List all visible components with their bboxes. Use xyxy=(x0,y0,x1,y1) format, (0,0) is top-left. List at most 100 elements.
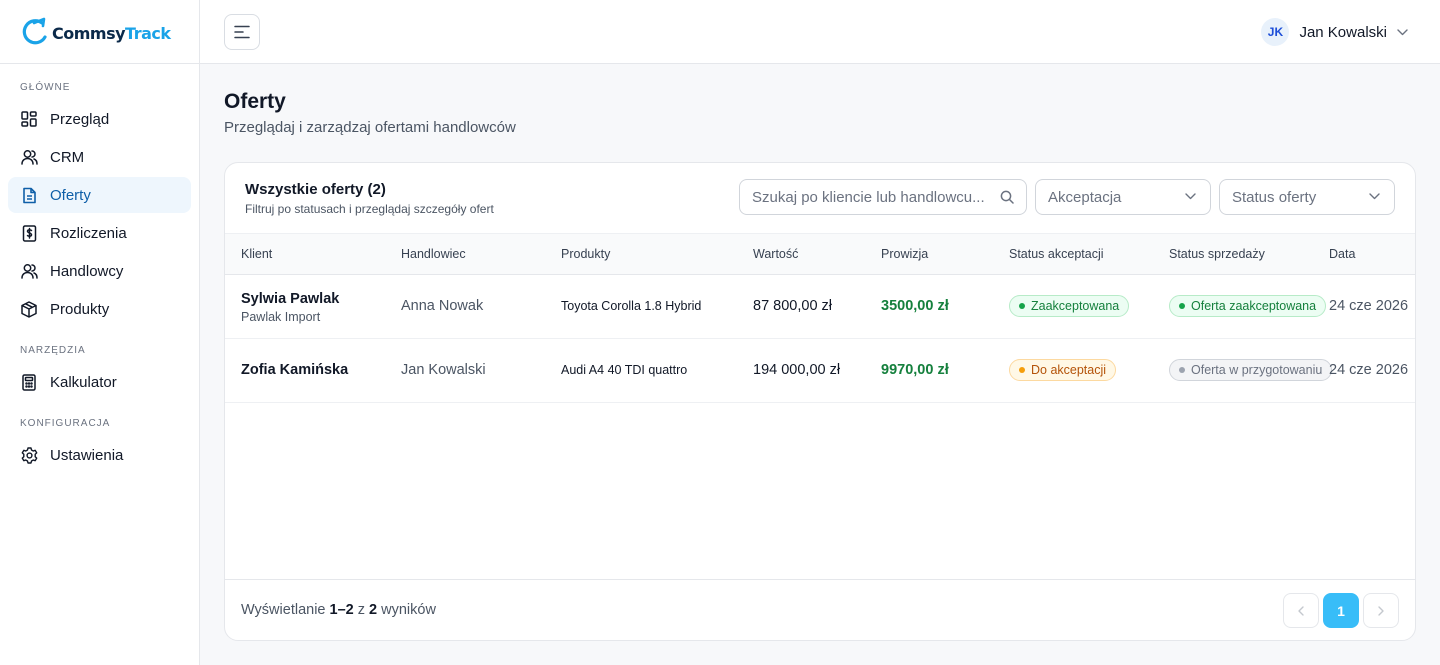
dashboard-icon xyxy=(20,110,38,128)
sale-status-cell: Oferta w przygotowaniu xyxy=(1169,359,1339,381)
logo-text: CommsyTrack xyxy=(52,24,171,43)
column-header-products[interactable]: Produkty xyxy=(561,247,610,261)
search-box xyxy=(739,179,1027,215)
offer-date: 24 cze 2026 xyxy=(1329,298,1409,314)
status-badge-label: Do akceptacji xyxy=(1031,363,1107,377)
sidebar-item-handlowcy[interactable]: Handlowcy xyxy=(8,253,191,289)
user-menu[interactable]: JK Jan Kowalski xyxy=(1261,18,1408,46)
column-header-seller[interactable]: Handlowiec xyxy=(401,247,466,261)
users-icon xyxy=(20,262,38,280)
offer-date: 24 cze 2026 xyxy=(1329,362,1409,378)
page-title: Oferty xyxy=(224,90,286,113)
results-prefix: Wyświetlanie xyxy=(241,602,326,618)
contacts-icon xyxy=(20,148,38,166)
results-suffix: wyników xyxy=(381,602,436,618)
avatar: JK xyxy=(1261,18,1290,46)
client-name: Zofia Kamińska xyxy=(241,362,349,378)
document-icon xyxy=(20,186,38,204)
card-title: Wszystkie oferty (2) xyxy=(245,181,386,198)
status-badge-label: Oferta zaakceptowana xyxy=(1191,299,1317,313)
status-dot xyxy=(1179,303,1185,309)
status-dot xyxy=(1019,303,1025,309)
seller-name: Anna Nowak xyxy=(401,298,484,314)
column-header-sale-status[interactable]: Status sprzedaży xyxy=(1169,247,1265,261)
topbar: JK Jan Kowalski xyxy=(200,0,1440,64)
calculator-icon xyxy=(20,373,38,391)
product-name: Toyota Corolla 1.8 Hybrid xyxy=(561,299,702,313)
commission-value: 9970,00 zł xyxy=(881,362,949,378)
sidebar-item-przeglad[interactable]: Przegląd xyxy=(8,101,191,137)
offers-card: Wszystkie oferty (2) Filtruj po statusac… xyxy=(224,162,1416,641)
sidebar-item-label: Przegląd xyxy=(50,110,110,128)
section-label-tools: NARZĘDZIA xyxy=(20,345,86,356)
next-page-button[interactable] xyxy=(1363,593,1399,628)
client-cell: Sylwia Pawlak Pawlak Import xyxy=(241,291,339,324)
table-header: Klient Handlowiec Produkty Wartość Prowi… xyxy=(225,233,1415,275)
client-company: Pawlak Import xyxy=(241,310,321,324)
sidebar-item-label: Produkty xyxy=(50,300,110,318)
chevron-down-icon xyxy=(1397,28,1408,35)
product-name: Audi A4 40 TDI quattro xyxy=(561,363,688,377)
section-label-config: KONFIGURACJA xyxy=(20,418,111,429)
offer-value: 87 800,00 zł xyxy=(753,298,833,314)
column-header-commission[interactable]: Prowizja xyxy=(881,247,928,261)
card-subtitle: Filtruj po statusach i przeglądaj szczeg… xyxy=(245,202,494,216)
sidebar-item-label: Oferty xyxy=(50,186,91,204)
sidebar-item-kalkulator[interactable]: Kalkulator xyxy=(8,364,191,400)
menu-icon xyxy=(234,25,250,39)
logo-icon xyxy=(22,17,47,44)
acceptance-filter-value: Akceptacja xyxy=(1048,188,1122,206)
sidebar: CommsyTrack GŁÓWNE Przegląd CRM Oferty R… xyxy=(0,0,200,665)
sidebar-item-label: CRM xyxy=(50,148,85,166)
column-header-client[interactable]: Klient xyxy=(241,247,272,261)
status-dot xyxy=(1179,367,1185,373)
table-row[interactable]: Zofia Kamińska Jan Kowalski Audi A4 40 T… xyxy=(225,339,1415,403)
status-badge-label: Zaakceptowana xyxy=(1031,299,1120,313)
chevron-down-icon xyxy=(1185,193,1196,200)
sidebar-item-oferty[interactable]: Oferty xyxy=(8,177,191,213)
sidebar-item-ustawienia[interactable]: Ustawienia xyxy=(8,437,191,473)
sidebar-item-label: Handlowcy xyxy=(50,262,124,280)
sidebar-item-label: Rozliczenia xyxy=(50,224,127,242)
logo[interactable]: CommsyTrack xyxy=(0,0,199,64)
chevron-left-icon xyxy=(1298,605,1304,616)
sale-status-cell: Oferta zaakceptowana xyxy=(1169,295,1329,317)
menu-toggle-button[interactable] xyxy=(224,14,260,50)
page-button-1[interactable]: 1 xyxy=(1323,593,1359,628)
column-header-value[interactable]: Wartość xyxy=(753,247,798,261)
chevron-down-icon xyxy=(1369,193,1380,200)
sidebar-item-crm[interactable]: CRM xyxy=(8,139,191,175)
status-filter-value: Status oferty xyxy=(1232,188,1317,206)
acceptance-filter-select[interactable]: Akceptacja xyxy=(1035,179,1211,215)
page-subtitle: Przeglądaj i zarządzaj ofertami handlowc… xyxy=(224,119,516,136)
status-filter-select[interactable]: Status oferty xyxy=(1219,179,1395,215)
status-badge: Oferta w przygotowaniu xyxy=(1169,359,1333,381)
status-badge: Do akceptacji xyxy=(1009,359,1117,381)
status-badge-label: Oferta w przygotowaniu xyxy=(1191,363,1323,377)
user-name: Jan Kowalski xyxy=(1299,23,1387,41)
sidebar-item-label: Ustawienia xyxy=(50,446,124,464)
sidebar-item-rozliczenia[interactable]: Rozliczenia xyxy=(8,215,191,251)
column-header-acceptance-status[interactable]: Status akceptacji xyxy=(1009,247,1104,261)
section-label-main: GŁÓWNE xyxy=(20,82,71,93)
results-total: 2 xyxy=(369,602,378,618)
client-cell: Zofia Kamińska xyxy=(241,362,348,378)
gear-icon xyxy=(20,446,38,464)
sidebar-item-label: Kalkulator xyxy=(50,373,117,391)
column-header-date[interactable]: Data xyxy=(1329,247,1355,261)
results-summary: Wyświetlanie 1–2 z 2 wyników xyxy=(241,602,436,618)
billing-icon xyxy=(20,224,38,242)
box-icon xyxy=(20,300,38,318)
sidebar-item-produkty[interactable]: Produkty xyxy=(8,291,191,327)
status-badge: Zaakceptowana xyxy=(1009,295,1130,317)
results-of: z xyxy=(357,602,365,618)
chevron-right-icon xyxy=(1378,605,1384,616)
commission-value: 3500,00 zł xyxy=(881,298,949,314)
acceptance-status-cell: Do akceptacji xyxy=(1009,359,1117,381)
prev-page-button[interactable] xyxy=(1283,593,1319,628)
status-dot xyxy=(1019,367,1025,373)
search-input[interactable] xyxy=(740,180,990,214)
search-icon[interactable] xyxy=(1000,190,1014,204)
table-row[interactable]: Sylwia Pawlak Pawlak Import Anna Nowak T… xyxy=(225,275,1415,339)
table-footer: Wyświetlanie 1–2 z 2 wyników 1 xyxy=(225,579,1415,640)
